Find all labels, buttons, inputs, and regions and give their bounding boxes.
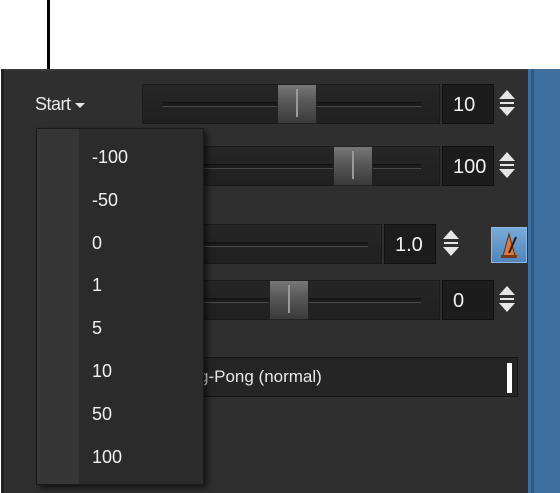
start-value-field[interactable]: 10 xyxy=(442,84,494,124)
metronome-icon[interactable] xyxy=(491,227,527,263)
slider-thumb[interactable] xyxy=(269,280,309,320)
select-edge-highlight xyxy=(507,363,512,393)
up-down-spinner-icon[interactable] xyxy=(496,84,518,124)
up-down-spinner-icon[interactable] xyxy=(496,280,518,320)
start-dropdown-button[interactable]: Start xyxy=(35,94,85,115)
start-label: Start xyxy=(35,94,71,114)
loop-mode-select[interactable]: g-Pong (normal) xyxy=(190,357,518,397)
menu-item-50[interactable]: 50 xyxy=(92,404,112,425)
pointer-line xyxy=(47,0,50,72)
start-slider[interactable] xyxy=(142,84,440,124)
loop-mode-value: g-Pong (normal) xyxy=(199,367,322,386)
menu-icon-gutter xyxy=(37,129,79,484)
menu-item-0[interactable]: 0 xyxy=(92,233,102,254)
end-value-field[interactable]: 100 xyxy=(442,146,494,186)
menu-item-5[interactable]: 5 xyxy=(92,318,102,339)
menu-item-minus-100[interactable]: -100 xyxy=(92,147,128,168)
menu-item-100[interactable]: 100 xyxy=(92,447,122,468)
slider-thumb[interactable] xyxy=(333,146,373,186)
start-dropdown-menu: -100 -50 0 1 5 10 50 100 xyxy=(36,128,204,485)
menu-item-1[interactable]: 1 xyxy=(92,275,102,296)
up-down-spinner-icon[interactable] xyxy=(496,146,518,186)
up-down-spinner-icon[interactable] xyxy=(440,224,462,264)
window-edge xyxy=(528,69,560,493)
menu-item-10[interactable]: 10 xyxy=(92,361,112,382)
panel-top-border xyxy=(4,69,529,71)
menu-item-minus-50[interactable]: -50 xyxy=(92,190,118,211)
chevron-down-icon xyxy=(74,102,85,108)
window-edge-inner xyxy=(531,69,534,493)
offset-value-field[interactable]: 0 xyxy=(442,280,494,320)
slider-thumb[interactable] xyxy=(277,84,317,124)
speed-value-field[interactable]: 1.0 xyxy=(384,224,436,264)
